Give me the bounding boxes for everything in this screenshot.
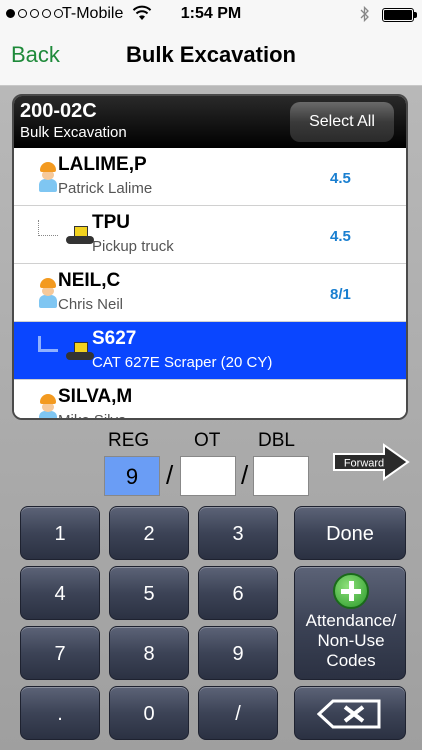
- attendance-label-line: Attendance/: [305, 611, 397, 630]
- clock: 1:54 PM: [180, 5, 242, 22]
- key-3[interactable]: 3: [198, 506, 278, 560]
- done-button[interactable]: Done: [294, 506, 406, 560]
- backspace-icon: [317, 699, 381, 729]
- forward-label: Forward: [344, 458, 384, 470]
- key-9[interactable]: 9: [198, 626, 278, 680]
- key-0[interactable]: 0: [109, 686, 189, 740]
- ot-hours-field[interactable]: [180, 456, 236, 496]
- backspace-button[interactable]: [294, 686, 406, 740]
- status-bar: T-Mobile 1:54 PM: [0, 0, 422, 30]
- main-panel: 200-02C Bulk Excavation Select All LALIM…: [0, 86, 422, 750]
- attendance-label-line: Codes: [326, 651, 376, 670]
- worker-icon: [38, 278, 58, 308]
- key-slash[interactable]: /: [198, 686, 278, 740]
- item-description: Mike Silva: [58, 412, 126, 418]
- item-name: S627: [92, 328, 137, 349]
- item-name: NEIL,C: [58, 270, 121, 291]
- item-description: CAT 627E Scraper (20 CY): [92, 354, 273, 371]
- item-name: SILVA,M: [58, 386, 133, 407]
- equipment-icon: [66, 340, 94, 364]
- item-description: Chris Neil: [58, 296, 124, 313]
- tree-connector: [38, 336, 58, 352]
- item-hours: 4.5: [330, 228, 351, 245]
- crew-list[interactable]: 200-02C Bulk Excavation Select All LALIM…: [12, 94, 408, 420]
- dbl-hours-field[interactable]: [253, 456, 309, 496]
- list-item[interactable]: NEIL,C Chris Neil 8/1: [14, 264, 406, 322]
- key-8[interactable]: 8: [109, 626, 189, 680]
- item-hours: 4.5: [330, 170, 351, 187]
- key-1[interactable]: 1: [20, 506, 100, 560]
- key-7[interactable]: 7: [20, 626, 100, 680]
- list-item[interactable]: LALIME,P Patrick Lalime 4.5: [14, 148, 406, 206]
- item-hours: 8/1: [330, 286, 351, 303]
- navigation-bar: Back Bulk Excavation: [0, 30, 422, 86]
- separator: /: [166, 460, 174, 490]
- separator: /: [241, 460, 249, 490]
- attendance-label: Attendance/ Non-Use Codes: [295, 611, 407, 671]
- worker-icon: [38, 394, 58, 418]
- list-item[interactable]: SILVA,M Mike Silva: [14, 380, 406, 418]
- job-code: 200-02C: [20, 100, 97, 122]
- worker-icon: [38, 162, 58, 192]
- reg-hours-field[interactable]: 9: [104, 456, 160, 496]
- battery-icon: [382, 8, 417, 22]
- list-item-selected[interactable]: S627 CAT 627E Scraper (20 CY): [14, 322, 406, 380]
- item-name: LALIME,P: [58, 154, 147, 175]
- attendance-label-line: Non-Use: [317, 631, 385, 650]
- key-2[interactable]: 2: [109, 506, 189, 560]
- item-name: TPU: [92, 212, 130, 233]
- select-all-button[interactable]: Select All: [290, 102, 394, 142]
- ot-label: OT: [194, 430, 221, 451]
- add-icon: [333, 573, 369, 609]
- forward-button[interactable]: Forward: [332, 442, 410, 482]
- key-6[interactable]: 6: [198, 566, 278, 620]
- tree-connector: [38, 220, 58, 236]
- item-description: Patrick Lalime: [58, 180, 153, 197]
- key-5[interactable]: 5: [109, 566, 189, 620]
- list-header: 200-02C Bulk Excavation Select All: [14, 96, 406, 148]
- attendance-codes-button[interactable]: Attendance/ Non-Use Codes: [294, 566, 406, 680]
- dbl-label: DBL: [258, 430, 295, 451]
- key-4[interactable]: 4: [20, 566, 100, 620]
- equipment-icon: [66, 224, 94, 248]
- reg-label: REG: [108, 430, 150, 451]
- job-name: Bulk Excavation: [20, 124, 127, 141]
- item-description: Pickup truck: [92, 238, 174, 255]
- list-item[interactable]: TPU Pickup truck 4.5: [14, 206, 406, 264]
- key-decimal[interactable]: .: [20, 686, 100, 740]
- bluetooth-icon: [360, 5, 369, 23]
- page-title: Bulk Excavation: [126, 42, 296, 67]
